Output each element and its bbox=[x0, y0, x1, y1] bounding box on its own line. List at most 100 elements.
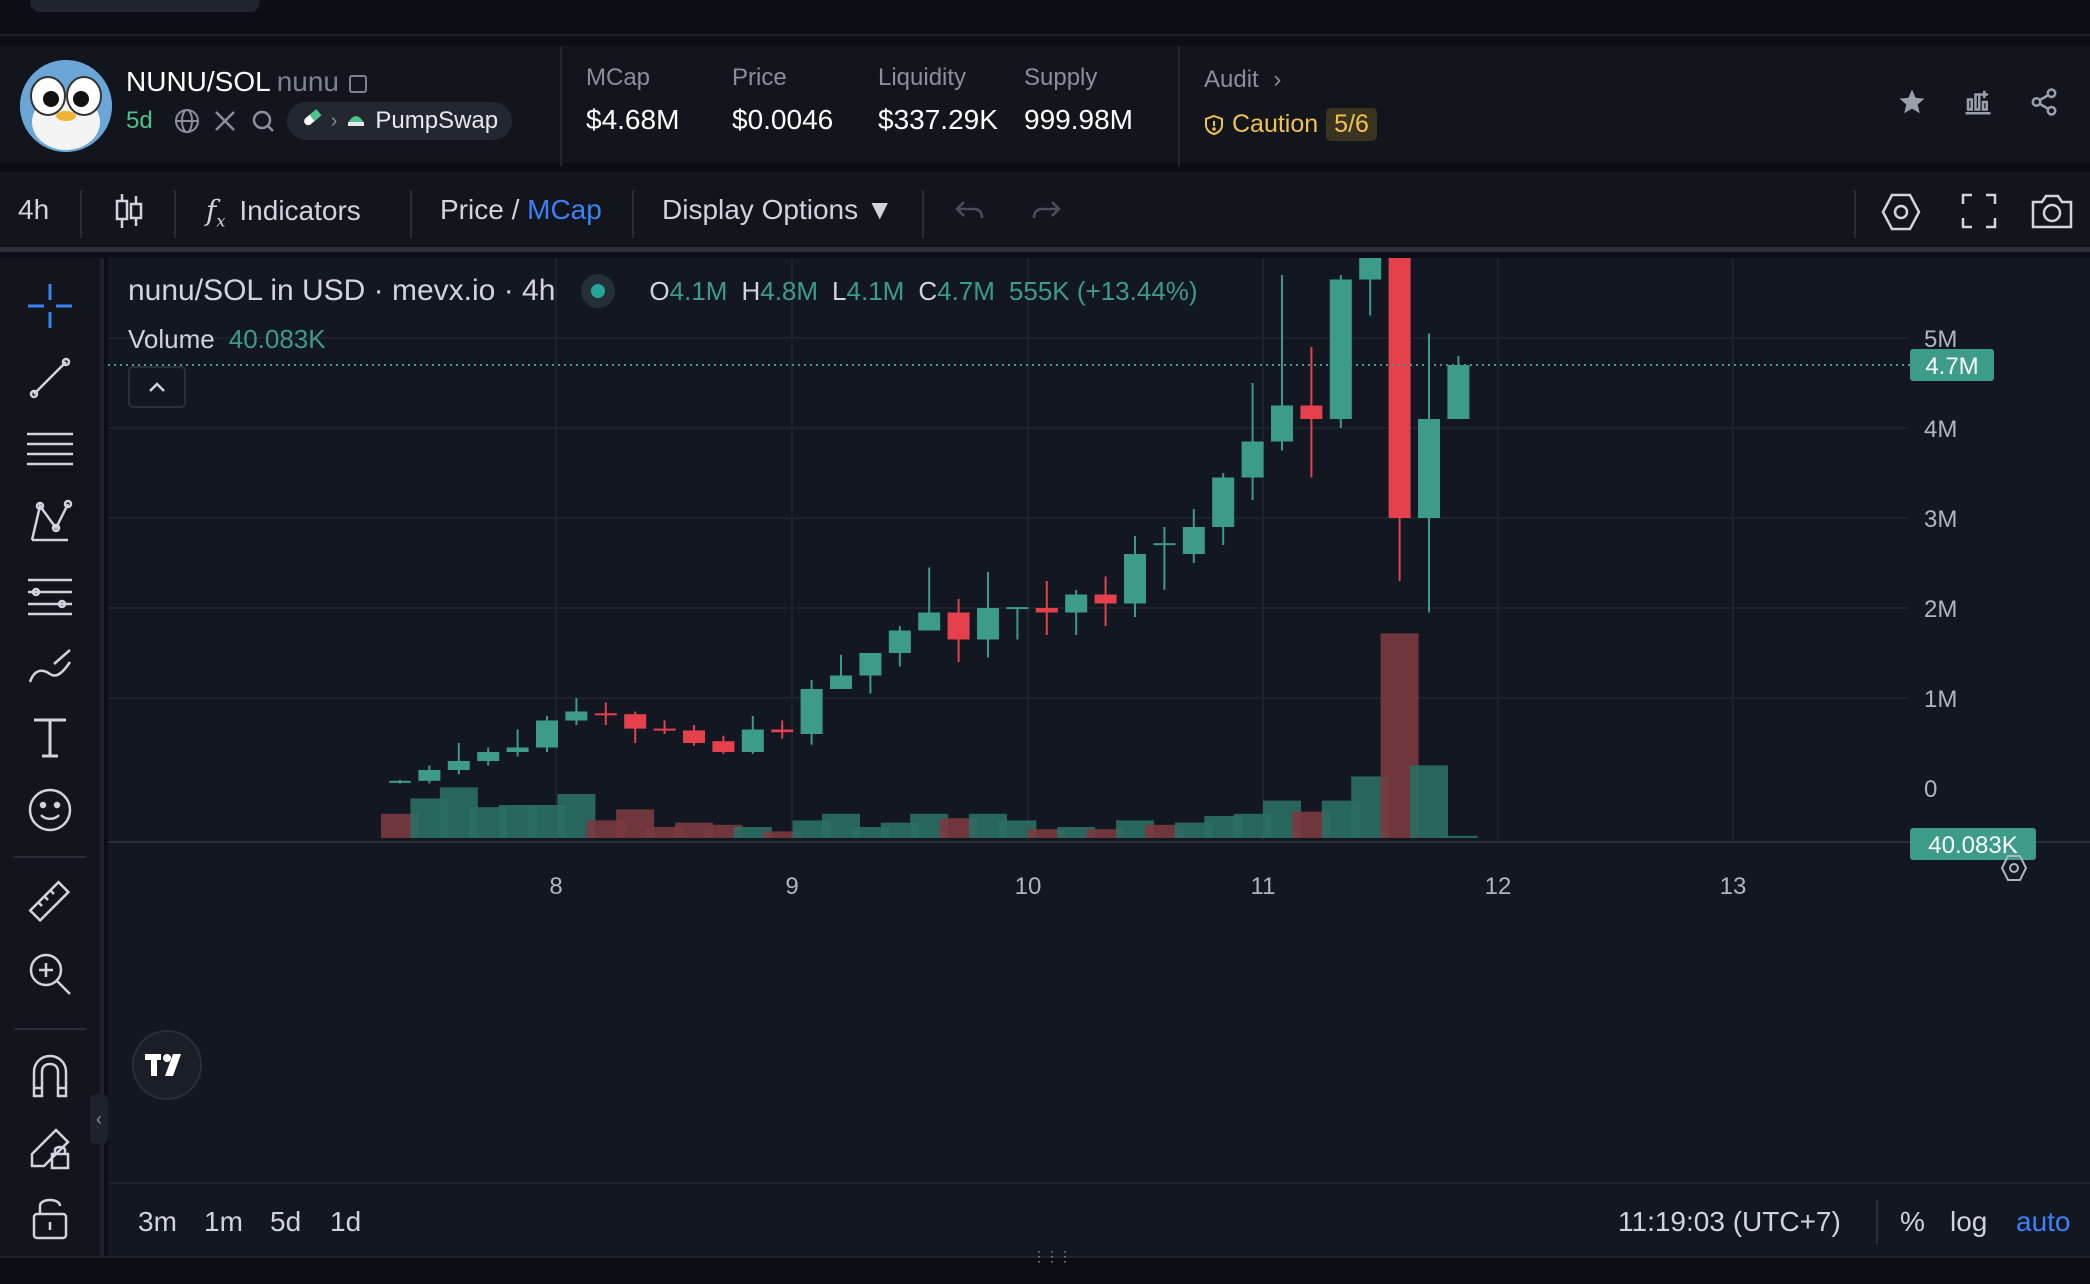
tradingview-logo[interactable] bbox=[132, 1030, 202, 1100]
candle-body bbox=[624, 714, 647, 729]
zoom-in-tool-icon[interactable] bbox=[22, 946, 78, 1002]
date-tick-label: 13 bbox=[1720, 873, 1747, 900]
price-mcap-toggle[interactable]: Price / MCap bbox=[440, 194, 602, 226]
ruler-tool-icon[interactable] bbox=[22, 874, 78, 930]
token-meta-row: 5d › PumpSwap bbox=[126, 102, 513, 140]
open-value: O4.1M bbox=[649, 275, 728, 306]
candle-body bbox=[830, 675, 852, 689]
camera-icon[interactable] bbox=[2030, 192, 2074, 237]
settings-icon[interactable] bbox=[1880, 192, 1922, 239]
token-age: 5d bbox=[126, 107, 153, 134]
stat-label: MCap bbox=[586, 64, 651, 91]
range-1m[interactable]: 1m bbox=[204, 1206, 243, 1238]
search-icon[interactable] bbox=[249, 107, 277, 135]
stat-value: $4.68M bbox=[586, 104, 680, 135]
divider bbox=[1178, 46, 1180, 166]
chart-toolbar: 4h fx Indicators Price / MCap Display Opt… bbox=[0, 172, 2090, 252]
token-title: NUNU/SOL nunu bbox=[126, 66, 367, 98]
fib-lines-tool-icon[interactable] bbox=[22, 422, 78, 478]
audit-status: Caution 5/6 bbox=[1204, 108, 1377, 141]
display-options-button[interactable]: Display Options ▼ bbox=[662, 194, 894, 226]
redo-icon[interactable] bbox=[1030, 196, 1062, 233]
price-tick-label: 4M bbox=[1924, 416, 1957, 443]
chart-bottom-bar: 3m 1m 5d 1d 11:19:03 (UTC+7) % log auto bbox=[108, 1182, 2090, 1256]
range-5d[interactable]: 5d bbox=[270, 1206, 301, 1238]
auto-toggle[interactable]: auto bbox=[2016, 1206, 2071, 1238]
chart-title: nunu/SOL in USD · mevx.io · 4h bbox=[128, 274, 556, 307]
unlock-icon[interactable] bbox=[22, 1190, 78, 1246]
price-tick-label: 2M bbox=[1924, 596, 1957, 623]
pumpswap-icon bbox=[345, 107, 367, 136]
candle-body bbox=[1329, 279, 1352, 419]
text-tool-icon[interactable] bbox=[22, 710, 78, 766]
brush-tool-icon[interactable] bbox=[22, 638, 78, 694]
x-icon[interactable] bbox=[211, 107, 239, 135]
stat-mcap: MCap $4.68M bbox=[586, 64, 679, 136]
forecast-tool-icon[interactable] bbox=[22, 566, 78, 622]
candle-body bbox=[1418, 419, 1440, 518]
crosshair-tool-icon[interactable] bbox=[22, 278, 78, 334]
indicators-button[interactable]: fx Indicators bbox=[206, 194, 361, 231]
star-icon[interactable] bbox=[1896, 86, 1928, 118]
divider bbox=[80, 190, 82, 238]
candle-body bbox=[1094, 594, 1117, 604]
magnet-tool-icon[interactable] bbox=[22, 1048, 78, 1104]
candle-body bbox=[1212, 477, 1235, 527]
dex-pill[interactable]: › PumpSwap bbox=[286, 102, 513, 140]
divider bbox=[1876, 1200, 1878, 1244]
copy-icon[interactable] bbox=[349, 74, 367, 93]
emoji-tool-icon[interactable] bbox=[22, 782, 78, 838]
candle-body bbox=[1124, 554, 1146, 604]
low-value: L4.1M bbox=[832, 275, 905, 306]
price-option[interactable]: Price bbox=[440, 194, 504, 225]
compare-chart-icon[interactable] bbox=[1962, 86, 1994, 118]
price-tick-label: 1M bbox=[1924, 686, 1957, 713]
stat-label: Supply bbox=[1024, 64, 1098, 91]
trend-line-tool-icon[interactable] bbox=[22, 350, 78, 406]
pill-icon bbox=[301, 107, 323, 136]
candle-body bbox=[1065, 594, 1088, 613]
lock-drawings-icon[interactable] bbox=[22, 1120, 78, 1176]
stat-liquidity: Liquidity $337.29K bbox=[878, 64, 998, 136]
divider bbox=[1854, 190, 1856, 238]
audit-label: Audit › bbox=[1204, 66, 1282, 93]
log-toggle[interactable]: log bbox=[1950, 1206, 1987, 1238]
divider bbox=[410, 190, 412, 238]
candle-type-icon[interactable] bbox=[114, 192, 144, 237]
market-status-icon bbox=[581, 274, 616, 308]
volume-label: Volume bbox=[128, 324, 215, 354]
candle-body bbox=[1271, 405, 1293, 442]
pattern-tool-icon[interactable] bbox=[22, 494, 78, 550]
divider bbox=[14, 856, 86, 858]
candle-body bbox=[800, 689, 823, 734]
fullscreen-icon[interactable] bbox=[1960, 192, 1998, 237]
drag-handle-icon[interactable]: ⋮⋮⋮ bbox=[1032, 1248, 1072, 1264]
candle-body bbox=[389, 780, 411, 783]
percent-toggle[interactable]: % bbox=[1900, 1206, 1925, 1238]
share-icon[interactable] bbox=[2028, 86, 2060, 118]
globe-icon[interactable] bbox=[173, 107, 201, 135]
price-tick-label: 3M bbox=[1924, 506, 1957, 533]
candle-body bbox=[1447, 365, 1470, 419]
legend-collapse-button[interactable] bbox=[128, 366, 186, 408]
price-tick-label: 6M bbox=[1924, 258, 1957, 263]
slash: / bbox=[503, 194, 528, 225]
mcap-option[interactable]: MCap bbox=[527, 194, 602, 225]
price-chart[interactable]: 8M7M6M5M4M3M2M1M089101112134.7M40.083K bbox=[108, 56, 2090, 1182]
interval-button[interactable]: 4h bbox=[18, 194, 49, 226]
date-tick-label: 10 bbox=[1015, 873, 1042, 900]
clock[interactable]: 11:19:03 (UTC+7) bbox=[1618, 1206, 1841, 1238]
top-strip bbox=[0, 0, 2090, 36]
candle-body bbox=[859, 653, 882, 676]
pair-name: NUNU/SOL bbox=[126, 66, 271, 97]
chart-area[interactable]: 8M7M6M5M4M3M2M1M089101112134.7M40.083K bbox=[108, 56, 2090, 1258]
range-1d[interactable]: 1d bbox=[330, 1206, 361, 1238]
undo-icon[interactable] bbox=[954, 196, 986, 233]
divider bbox=[922, 190, 924, 238]
token-symbol: nunu bbox=[276, 66, 339, 97]
collapse-toolbar-button[interactable]: ‹ bbox=[90, 1094, 108, 1144]
range-3m[interactable]: 3m bbox=[138, 1206, 177, 1238]
top-tab-pill[interactable] bbox=[30, 0, 260, 12]
audit-section[interactable]: Audit › Caution 5/6 bbox=[1204, 66, 1377, 141]
candle-body bbox=[771, 729, 794, 733]
